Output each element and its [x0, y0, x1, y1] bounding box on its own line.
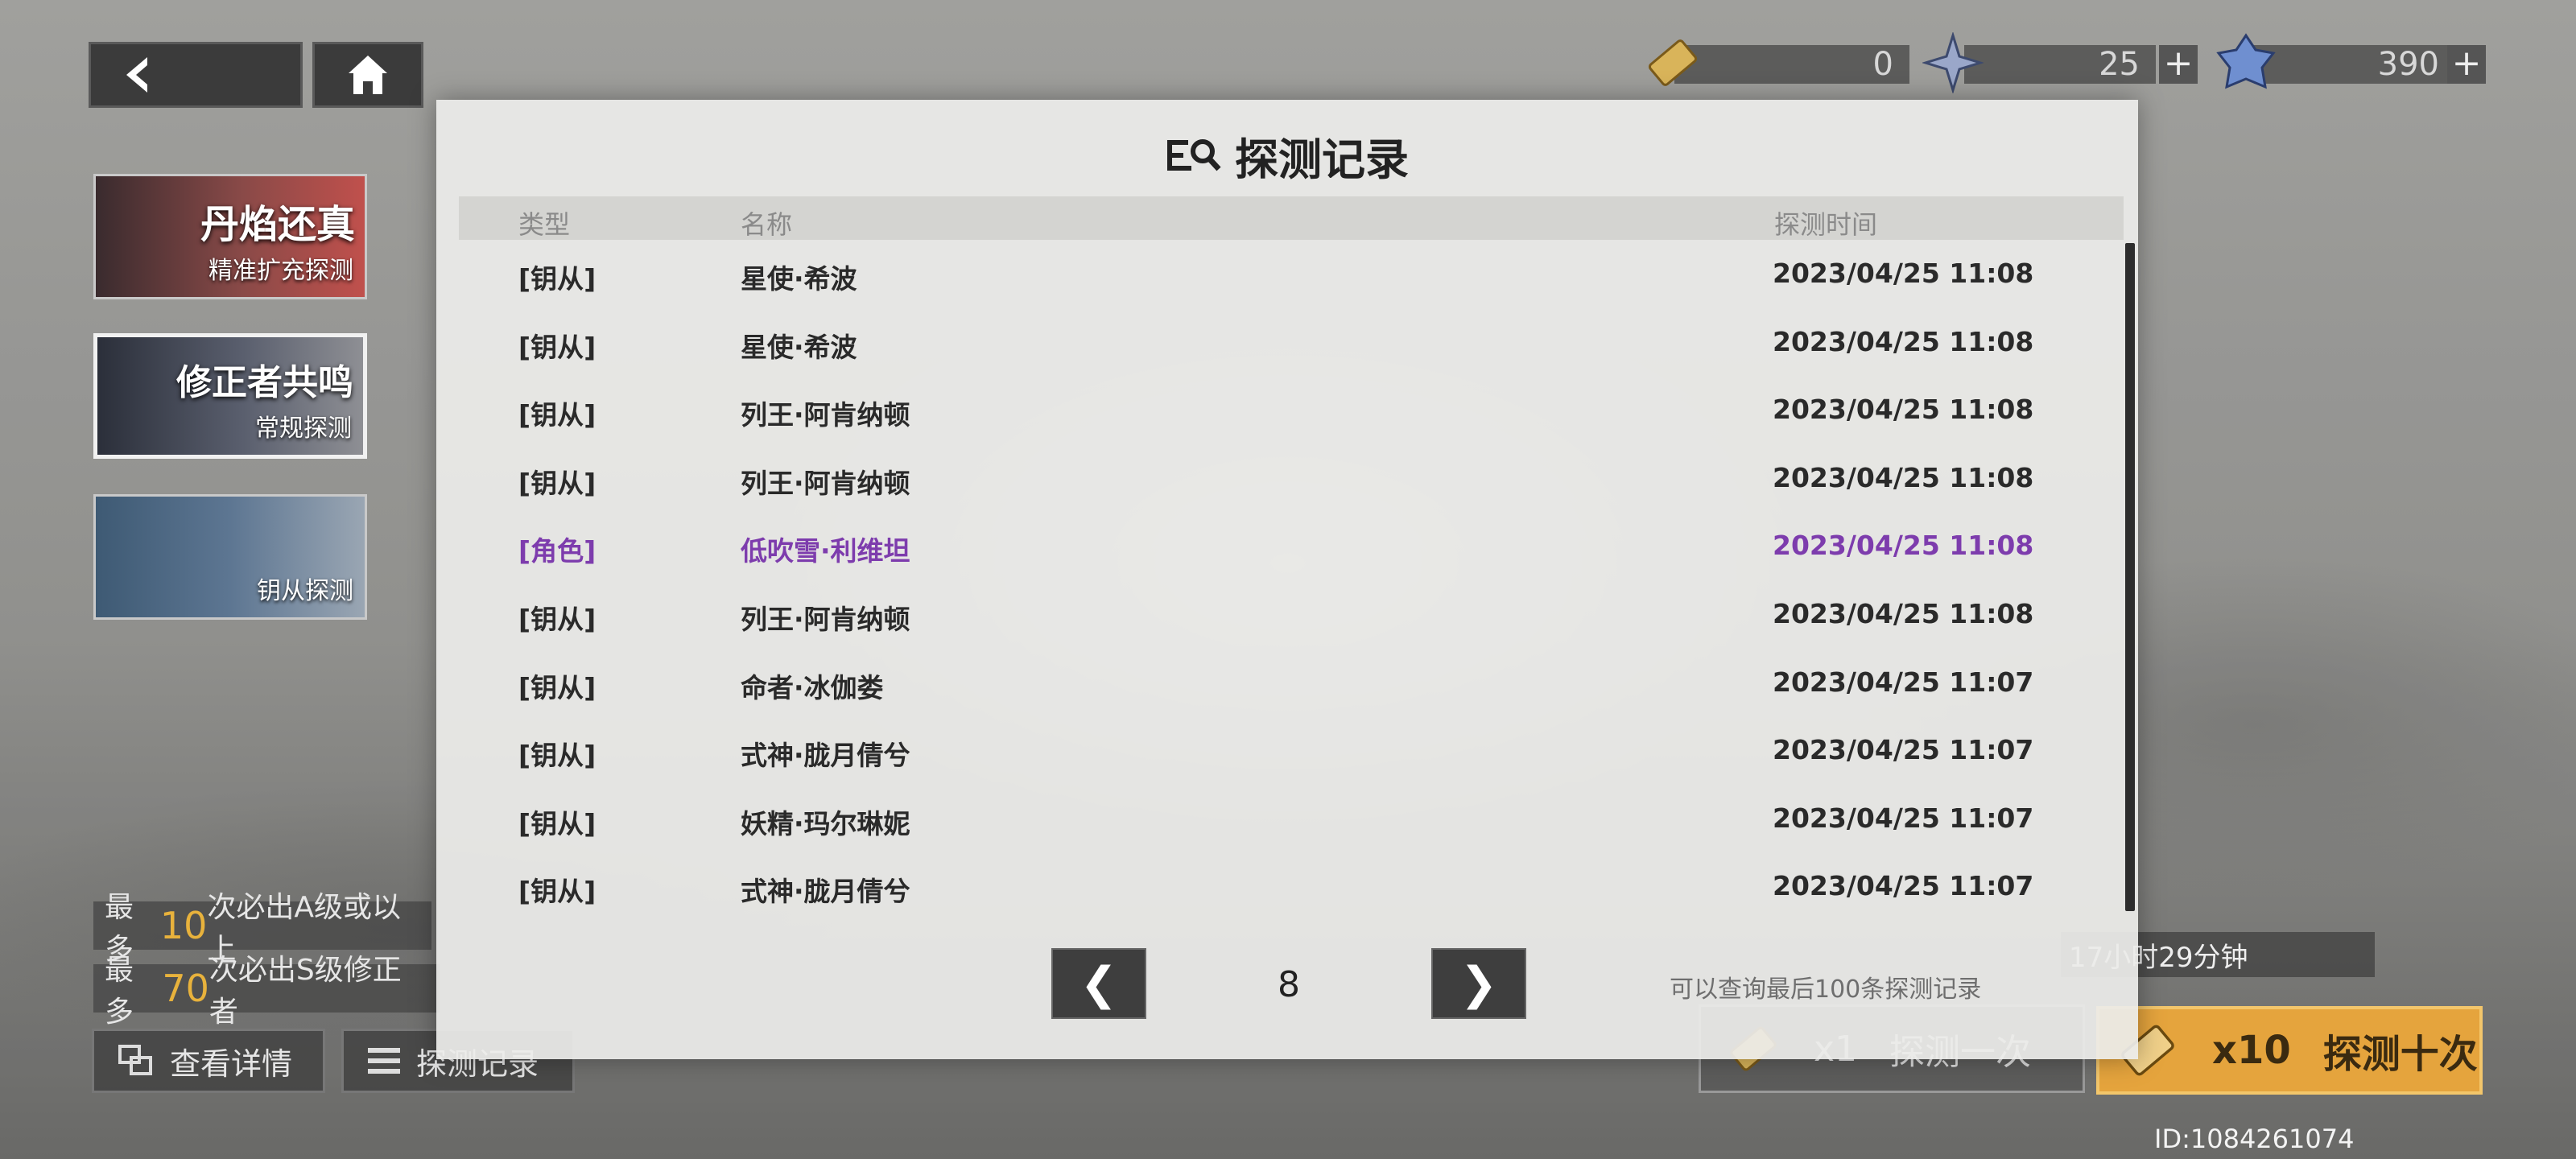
banner-key[interactable]: 钥从探测 — [93, 494, 367, 620]
cell-type: [钥从] — [518, 331, 597, 363]
dialog-header: 探测记录 — [436, 124, 2138, 188]
cell-type: [钥从] — [518, 467, 597, 499]
pull-ten-button[interactable]: x10 探测十次 — [2096, 1006, 2483, 1095]
next-page-button[interactable]: ❯ — [1431, 948, 1526, 1019]
cell-name: 低吹雪·利维坦 — [741, 535, 910, 567]
cell-time: 2023/04/25 11:08 — [1773, 461, 2034, 493]
star-crystal-icon — [1922, 32, 1984, 93]
cell-time: 2023/04/25 11:07 — [1773, 666, 2034, 698]
details-button[interactable]: 查看详情 — [92, 1029, 325, 1093]
add-star-button[interactable]: + — [2159, 45, 2198, 84]
home-button[interactable] — [312, 42, 423, 108]
currency-star: 25 — [1964, 45, 2156, 84]
pity-info-s: 最多 70 次必出S级修正者 — [93, 954, 440, 1029]
records-dialog: 探测记录 类型 名称 探测时间 [钥从] 星使·希波 2023/04/25 11:0… — [436, 100, 2138, 1059]
chevron-left-icon: ❮ — [1080, 957, 1118, 1010]
list-icon — [368, 1048, 400, 1074]
cell-time: 2023/04/25 11:08 — [1773, 530, 2034, 562]
cell-time: 2023/04/25 11:08 — [1773, 394, 2034, 426]
records-list: [钥从] 星使·希波 2023/04/25 11:08 [钥从] 星使·希波 2023/0… — [459, 240, 2101, 921]
table-row: [钥从] 命者·冰伽娄 2023/04/25 11:07 — [459, 649, 2101, 717]
table-row: [钥从] 列王·阿肯纳顿 2023/04/25 11:08 — [459, 580, 2101, 649]
chevron-right-icon: ❯ — [1459, 957, 1498, 1010]
blue-crystal-icon — [2216, 33, 2276, 89]
cell-time: 2023/04/25 11:07 — [1773, 802, 2034, 834]
search-list-icon — [1167, 138, 1221, 171]
cell-type: [钥从] — [518, 807, 597, 839]
records-scrollbar[interactable] — [2125, 243, 2135, 911]
table-row: [角色] 低吹雪·利维坦 2023/04/25 11:08 — [459, 512, 2101, 580]
windows-icon — [118, 1045, 152, 1075]
cell-type: [角色] — [518, 535, 597, 567]
banner-label: 常规探测 — [255, 415, 352, 443]
table-row: [钥从] 式神·胧月倩兮 2023/04/25 11:07 — [459, 852, 2101, 921]
ticket-icon — [1648, 39, 1698, 86]
column-type: 类型 — [518, 209, 571, 240]
banner-dan-yan[interactable]: 丹焰还真 精准扩充探测 — [93, 174, 367, 299]
cell-name: 列王·阿肯纳顿 — [741, 603, 910, 635]
cell-name: 星使·希波 — [741, 263, 857, 295]
pull-ten-label: 探测十次 — [2322, 1032, 2478, 1077]
pity-s-post: 次必出S级修正者 — [208, 954, 402, 1029]
prev-page-button[interactable]: ❮ — [1051, 948, 1146, 1019]
cell-type: [钥从] — [518, 876, 597, 908]
pity-s-pre: 最多 — [105, 954, 134, 1029]
banner-title: 丹焰还真 — [200, 202, 355, 247]
back-button[interactable] — [89, 42, 303, 108]
banner-label: 精准扩充探测 — [208, 257, 353, 285]
back-arrow-icon — [126, 57, 147, 93]
banner-title: 修正者共鸣 — [176, 362, 353, 403]
column-time: 探测时间 — [1774, 209, 1878, 240]
cell-type: [钥从] — [518, 671, 597, 703]
currency-ticket: 0 — [1674, 45, 1909, 84]
cell-name: 列王·阿肯纳顿 — [741, 467, 910, 499]
cell-name: 式神·胧月倩兮 — [741, 740, 910, 772]
cell-type: [钥从] — [518, 740, 597, 772]
currency-star-value: 25 — [2099, 46, 2140, 83]
cell-type: [钥从] — [518, 603, 597, 635]
column-name: 名称 — [741, 209, 793, 240]
add-crystal-button[interactable]: + — [2447, 45, 2486, 84]
pity-info-a: 最多 10 次必出A级或以上 — [93, 891, 431, 966]
page-number: 8 — [1278, 964, 1300, 1005]
table-row: [钥从] 列王·阿肯纳顿 2023/04/25 11:08 — [459, 444, 2101, 513]
table-row: [钥从] 式神·胧月倩兮 2023/04/25 11:07 — [459, 716, 2101, 785]
table-row: [钥从] 星使·希波 2023/04/25 11:08 — [459, 240, 2101, 308]
pull-ten-count: x10 — [2212, 1028, 2291, 1073]
currency-crystal: 390 — [2254, 45, 2455, 84]
table-row: [钥从] 星使·希波 2023/04/25 11:08 — [459, 308, 2101, 377]
cell-name: 式神·胧月倩兮 — [741, 876, 910, 908]
cell-name: 妖精·玛尔琳妮 — [741, 807, 910, 839]
table-header: 类型 名称 探测时间 — [459, 196, 2124, 240]
details-label: 查看详情 — [170, 1046, 293, 1082]
pity-s-number: 70 — [162, 967, 209, 1010]
banner-resonance[interactable]: 修正者共鸣 常规探测 — [93, 333, 367, 459]
currency-crystal-value: 390 — [2377, 46, 2439, 83]
cell-type: [钥从] — [518, 263, 597, 295]
cell-time: 2023/04/25 11:08 — [1773, 258, 2034, 289]
table-row: [钥从] 列王·阿肯纳顿 2023/04/25 11:08 — [459, 376, 2101, 444]
cell-time: 2023/04/25 11:07 — [1773, 734, 2034, 766]
records-limit-note: 可以查询最后100条探测记录 — [1670, 975, 1982, 1004]
dialog-title: 探测记录 — [1235, 134, 1409, 185]
cell-time: 2023/04/25 11:08 — [1773, 325, 2034, 357]
cell-name: 命者·冰伽娄 — [741, 671, 884, 703]
banner-label: 钥从探测 — [257, 577, 353, 605]
currency-ticket-value: 0 — [1872, 46, 1893, 83]
table-row: [钥从] 妖精·玛尔琳妮 2023/04/25 11:07 — [459, 785, 2101, 853]
cell-name: 星使·希波 — [741, 331, 857, 363]
user-id: ID:1084261074 — [2154, 1124, 2355, 1154]
pity-a-number: 10 — [159, 904, 208, 947]
cell-time: 2023/04/25 11:07 — [1773, 870, 2034, 902]
cell-time: 2023/04/25 11:08 — [1773, 597, 2034, 629]
cell-name: 列王·阿肯纳顿 — [741, 399, 910, 431]
home-icon — [349, 56, 387, 94]
cell-type: [钥从] — [518, 399, 597, 431]
